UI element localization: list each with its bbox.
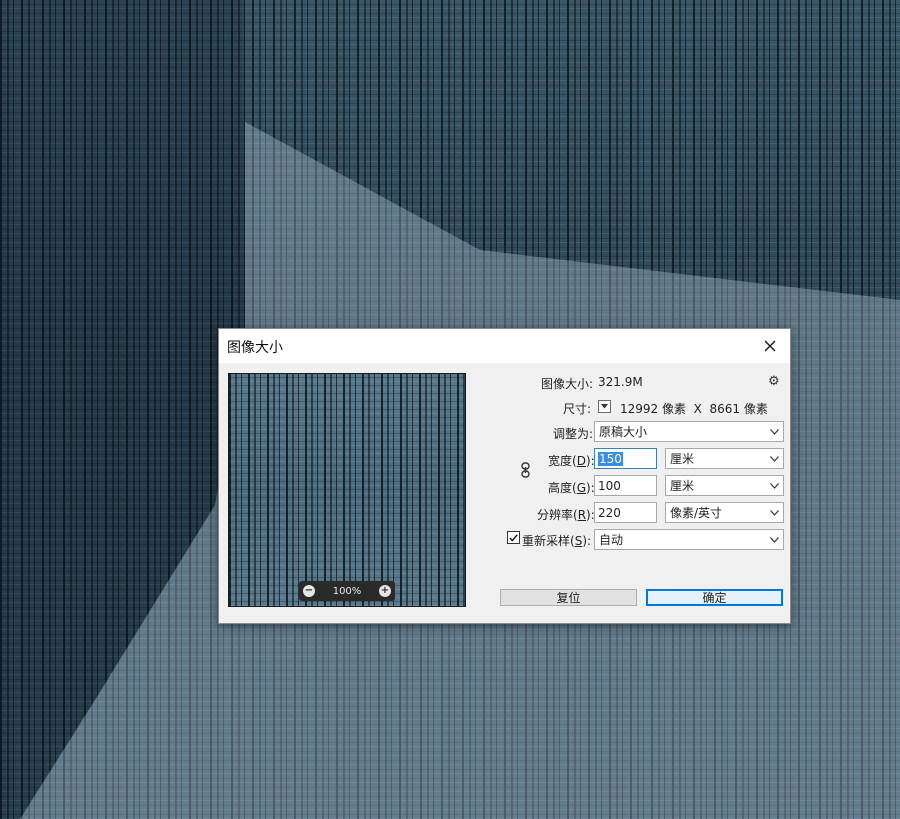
ok-button[interactable]: 确定 — [646, 589, 783, 606]
resolution-input[interactable]: 220 — [594, 502, 657, 523]
fit-to-value: 原稿大小 — [599, 425, 648, 439]
close-icon — [764, 340, 776, 352]
resolution-unit-value: 像素/英寸 — [670, 506, 723, 520]
image-size-dialog: 图像大小 − 100% + 图像大小: 321.9M ⚙ 尺寸: 12992 像… — [218, 328, 791, 624]
zoom-bar: − 100% + — [299, 581, 395, 601]
reset-button[interactable]: 复位 — [500, 589, 637, 606]
resolution-unit-select[interactable]: 像素/英寸 — [665, 502, 784, 523]
link-icon[interactable] — [521, 462, 530, 478]
dimensions-unit-dropdown[interactable] — [598, 400, 611, 413]
image-size-label: 图像大小: — [541, 377, 594, 391]
chevron-down-icon — [769, 455, 779, 462]
zoom-in-icon[interactable]: + — [379, 585, 391, 597]
chevron-down-icon — [769, 428, 779, 435]
resample-label: 重新采样(S): — [522, 534, 592, 548]
height-unit-select[interactable]: 厘米 — [665, 475, 784, 496]
height-input[interactable]: 100 — [594, 475, 657, 496]
dimensions-label: 尺寸: — [563, 402, 592, 416]
chevron-down-icon — [769, 536, 779, 543]
resolution-label: 分辨率(R): — [537, 508, 595, 522]
dimensions-value: 12992 像素 X 8661 像素 — [620, 402, 768, 416]
close-button[interactable] — [750, 329, 790, 363]
resample-select[interactable]: 自动 — [594, 529, 784, 550]
dialog-title: 图像大小 — [227, 340, 283, 356]
width-unit-select[interactable]: 厘米 — [665, 448, 784, 469]
zoom-out-icon[interactable]: − — [303, 585, 315, 597]
fit-to-select[interactable]: 原稿大小 — [594, 421, 784, 442]
dialog-titlebar: 图像大小 — [219, 329, 790, 363]
width-unit-value: 厘米 — [670, 452, 695, 466]
zoom-level: 100% — [332, 585, 362, 597]
height-label: 高度(G): — [548, 481, 595, 495]
width-label: 宽度(D): — [548, 454, 595, 468]
image-size-value: 321.9M — [598, 375, 643, 389]
gear-icon[interactable]: ⚙ — [768, 374, 780, 389]
checkmark-icon — [509, 533, 518, 542]
resample-checkbox[interactable] — [507, 531, 520, 544]
image-preview[interactable]: − 100% + — [228, 373, 466, 607]
width-value: 150 — [598, 451, 623, 466]
chevron-down-icon — [769, 482, 779, 489]
height-unit-value: 厘米 — [670, 479, 695, 493]
resolution-value: 220 — [598, 505, 621, 520]
resample-value: 自动 — [599, 533, 624, 547]
chevron-down-icon — [769, 509, 779, 516]
width-input[interactable]: 150 — [594, 448, 657, 469]
height-value: 100 — [598, 478, 621, 493]
chevron-down-icon — [601, 404, 608, 409]
fit-to-label: 调整为: — [553, 427, 594, 441]
